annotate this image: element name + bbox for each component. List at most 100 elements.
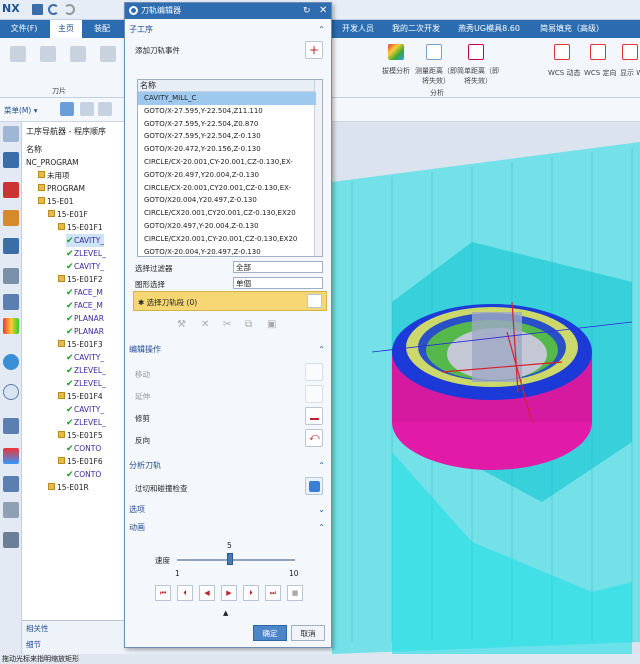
toolpath-row[interactable]: GOTO/X-27.595,Y-22.504,Z11.110	[138, 105, 316, 118]
toolpath-row[interactable]: GOTO/X-20.497,Y20.004,Z-0.130	[138, 169, 316, 182]
navigator-operation[interactable]: ✔CAVITY_	[66, 351, 104, 364]
show-wcs-icon[interactable]	[622, 44, 638, 60]
cancel-button[interactable]: 取消	[291, 625, 325, 641]
chevron-down-icon[interactable]: ▲	[223, 609, 228, 617]
tab-file[interactable]: 文件(F)	[2, 20, 46, 38]
toolpath-row[interactable]: GOTO/X20.004,Y20.497,Z-0.130	[138, 194, 316, 207]
play-button[interactable]: ▶	[221, 585, 237, 601]
toolpath-row[interactable]: CIRCLE/CX-20.001,CY-20.001,CZ-0.130,EX-	[138, 156, 316, 169]
tool-icon[interactable]	[10, 46, 26, 62]
tool-icon[interactable]	[100, 46, 116, 62]
tab-home[interactable]: 主页	[50, 20, 82, 38]
reverse-button[interactable]: ⤺	[305, 429, 323, 447]
navigator-operation[interactable]: ✔CAVITY_	[66, 260, 104, 273]
navigator-operation[interactable]: ✔PLANAR	[66, 312, 104, 325]
play-reverse-button[interactable]: ◀	[199, 585, 215, 601]
navigator-operation[interactable]: ✔CONTO	[66, 442, 101, 455]
navigator-group[interactable]: 15-E01F4	[56, 390, 103, 403]
navigator-operation[interactable]: ✔FACE_M	[66, 286, 103, 299]
tool-icon[interactable]	[70, 46, 86, 62]
navigator-operation[interactable]: ✔CONTO	[66, 468, 101, 481]
tool-library-icon[interactable]	[3, 294, 19, 310]
roles-icon[interactable]	[3, 476, 19, 492]
toolpath-row[interactable]: CIRCLE/CX20.001,CY20.001,CZ-0.130,EX20	[138, 207, 316, 220]
navigator-group[interactable]: 15-E01F	[46, 208, 88, 221]
draft-analysis-icon[interactable]	[388, 44, 404, 60]
animation-section[interactable]: 动画 ⌃	[129, 521, 327, 535]
reset-icon[interactable]: ↻	[303, 6, 311, 16]
history-icon[interactable]	[3, 384, 19, 400]
redo-icon[interactable]	[64, 4, 75, 15]
filter-icon[interactable]	[60, 102, 74, 116]
delete-icon[interactable]: ✕	[201, 319, 209, 330]
navigator-group[interactable]: 15-E01F5	[56, 429, 103, 442]
gear-icon[interactable]	[129, 6, 138, 15]
snap-icon[interactable]	[80, 102, 94, 116]
navigator-group[interactable]: 15-E01F6	[56, 455, 103, 468]
tab-developer[interactable]: 开发人员	[336, 20, 380, 38]
tool-icon[interactable]	[40, 46, 56, 62]
toolpath-row[interactable]: CAVITY_MILL_C	[138, 92, 316, 105]
tab-assembly[interactable]: 装配	[86, 20, 118, 38]
paste-icon[interactable]: ▣	[267, 319, 276, 330]
snap-icon[interactable]	[98, 102, 112, 116]
navigator-icon[interactable]	[3, 152, 19, 168]
navigator-operation[interactable]: ✔PLANAR	[66, 325, 104, 338]
system-icon[interactable]	[3, 532, 19, 548]
system-icon[interactable]	[3, 502, 19, 518]
gouge-check-button[interactable]	[305, 477, 323, 495]
graphics-viewport[interactable]	[332, 122, 640, 654]
wcs-dynamic-icon[interactable]	[554, 44, 570, 60]
step-forward-button[interactable]: ⏵	[243, 585, 259, 601]
navigator-operation[interactable]: ✔CAVITY_	[66, 403, 104, 416]
simple-distance-icon[interactable]	[468, 44, 484, 60]
filter-select[interactable]: 全部	[233, 261, 323, 273]
palette-icon[interactable]	[3, 318, 19, 334]
toolpath-row[interactable]: GOTO/X-27.595,Y-22.504,Z-0.130	[138, 130, 316, 143]
cut-icon[interactable]: ✂	[223, 319, 231, 330]
toolpath-list[interactable]: 名称 CAVITY_MILL_C GOTO/X-27.595,Y-22.504,Z…	[137, 79, 323, 257]
settings-icon[interactable]	[3, 126, 19, 142]
toolpath-row[interactable]: CIRCLE/CX20.001,CY-20.001,CZ-0.130,EX20	[138, 233, 316, 246]
navigator-operation[interactable]: ✔ZLEVEL_	[66, 247, 106, 260]
navigator-operation[interactable]: ✔FACE_M	[66, 299, 103, 312]
navigator-operation[interactable]: ✔CAVITY_	[66, 234, 105, 247]
close-icon[interactable]: ✕	[319, 5, 327, 16]
save-icon[interactable]	[32, 4, 43, 15]
navigator-group[interactable]: 15-E01F3	[56, 338, 103, 351]
navigator-group[interactable]: 15-E01R	[46, 481, 89, 494]
measure-distance-icon[interactable]	[426, 44, 442, 60]
edit-ops-section[interactable]: 编辑操作 ⌃	[129, 343, 327, 357]
tab-fill[interactable]: 简易填充（高级）	[532, 20, 612, 38]
undo-icon[interactable]	[48, 4, 59, 15]
options-section[interactable]: 选项 ⌄	[129, 503, 327, 517]
wrench-icon[interactable]: ⚒	[177, 319, 186, 330]
navigator-group[interactable]: 未用项	[36, 169, 70, 182]
ok-button[interactable]: 确定	[253, 625, 287, 641]
menu-button[interactable]: 菜单(M) ▾	[4, 105, 37, 116]
navigator-operation[interactable]: ✔ZLEVEL_	[66, 377, 106, 390]
toolpath-row[interactable]: CIRCLE/CX-20.001,CY20.001,CZ-0.130,EX-	[138, 182, 316, 195]
tab-yanxiu[interactable]: 燕秀UG模具8.60	[452, 20, 526, 38]
assembly-icon[interactable]	[3, 182, 19, 198]
navigator-group[interactable]: 15-E01	[36, 195, 74, 208]
add-event-button[interactable]: +	[305, 41, 323, 59]
toolpath-row[interactable]: GOTO/X-20.004,Y-20.497,Z-0.130	[138, 246, 316, 259]
navigator-group[interactable]: 15-E01F2	[56, 273, 103, 286]
history-icon[interactable]	[3, 418, 19, 434]
roles-icon[interactable]	[3, 448, 19, 464]
shape-select[interactable]: 单個	[233, 277, 323, 289]
related-panel[interactable]: 相关性	[26, 623, 49, 634]
details-panel[interactable]: 细节	[26, 639, 41, 650]
navigator-group[interactable]: NC_PROGRAM	[26, 156, 79, 169]
move-button[interactable]	[305, 363, 323, 381]
extend-button[interactable]	[305, 385, 323, 403]
sub-op-section[interactable]: 子工序 ⌃	[129, 23, 327, 37]
part-icon[interactable]	[3, 210, 19, 226]
tab-my-dev[interactable]: 我的二次开发	[386, 20, 446, 38]
analysis-section[interactable]: 分析刀轨 ⌃	[129, 459, 327, 473]
web-icon[interactable]	[3, 354, 19, 370]
machine-icon[interactable]	[3, 268, 19, 284]
toolpath-row[interactable]: GOTO/X-27.595,Y-22.504,Z0.870	[138, 118, 316, 131]
navigator-group[interactable]: PROGRAM	[36, 182, 85, 195]
